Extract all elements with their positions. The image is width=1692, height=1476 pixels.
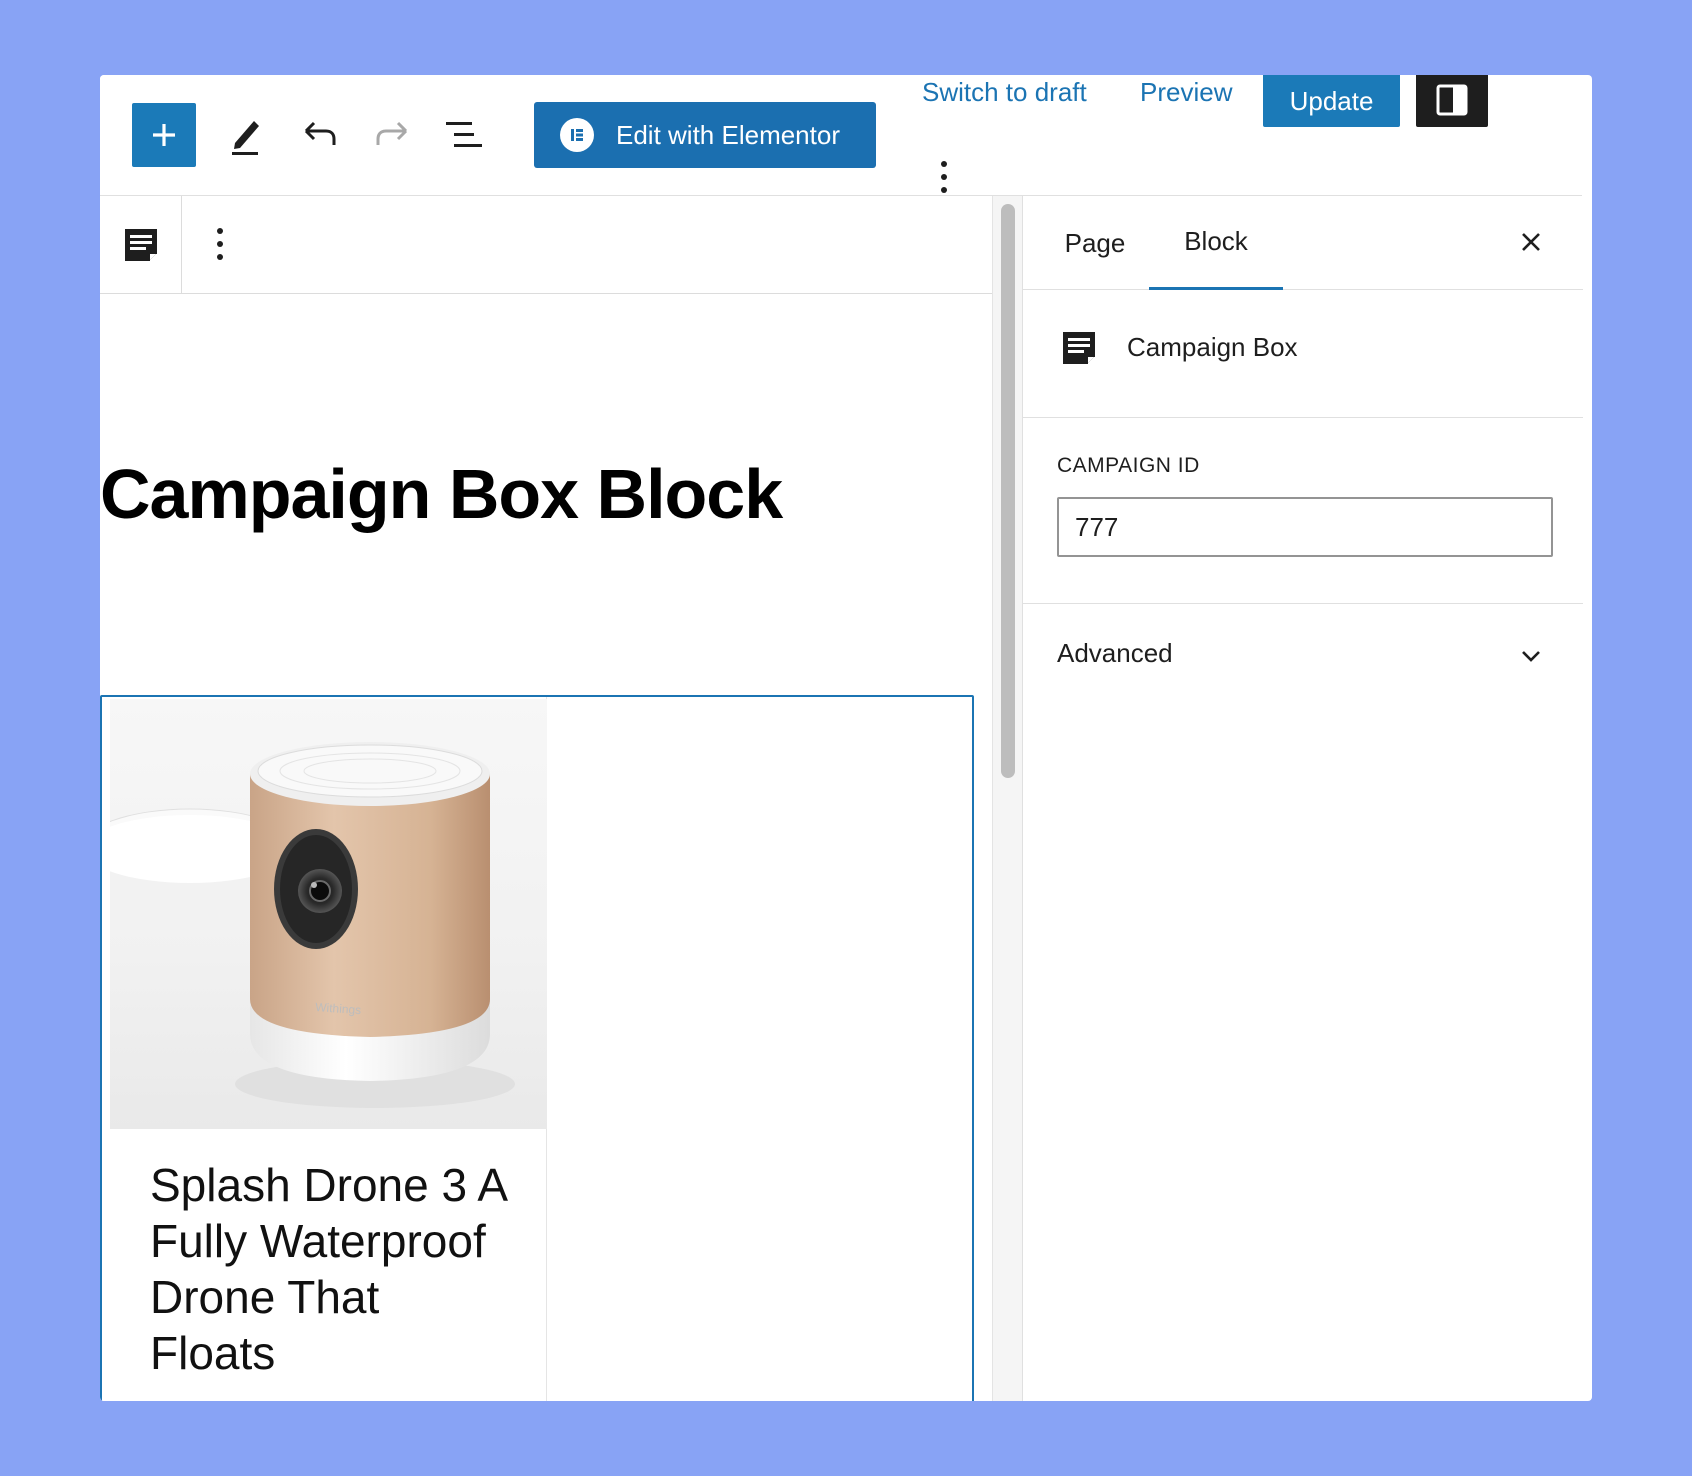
sidebar-tabs: Page Block — [1023, 196, 1583, 290]
list-view-icon — [446, 122, 482, 147]
page-title[interactable]: Campaign Box Block — [100, 454, 783, 534]
editor-header: Edit with Elementor Switch to draft Prev… — [100, 75, 1582, 196]
campaign-settings-panel: CAMPAIGN ID — [1023, 418, 1583, 604]
advanced-label: Advanced — [1057, 638, 1173, 668]
edit-with-elementor-button[interactable]: Edit with Elementor — [534, 102, 876, 168]
campaign-title[interactable]: Splash Drone 3 A Fully Waterproof Drone … — [150, 1157, 510, 1381]
block-toolbar — [100, 196, 992, 294]
block-type-button[interactable] — [100, 196, 182, 294]
tab-block[interactable]: Block — [1149, 196, 1283, 290]
switch-to-draft-link[interactable]: Switch to draft — [922, 77, 1087, 108]
settings-sidebar: Page Block Campaign Box CAMPAIGN ID 777 … — [1022, 196, 1583, 1401]
campaign-id-label: CAMPAIGN ID — [1057, 454, 1200, 477]
redo-button[interactable] — [364, 107, 420, 163]
editor-window: Edit with Elementor Switch to draft Prev… — [100, 75, 1592, 1401]
canvas-scrollbar-thumb[interactable] — [1001, 204, 1015, 778]
undo-button[interactable] — [292, 107, 348, 163]
campaign-box-block[interactable]: Withings Splash Drone 3 A Fully Waterpro… — [100, 695, 974, 1401]
campaign-id-input[interactable] — [1057, 497, 1553, 557]
close-sidebar-button[interactable] — [1513, 224, 1549, 260]
sidebar-toggle-icon — [1436, 84, 1468, 116]
update-button[interactable]: Update — [1263, 75, 1400, 127]
canvas-scrollbar[interactable] — [992, 196, 1022, 1401]
product-image: Withings — [110, 699, 547, 1129]
advanced-panel-toggle[interactable]: Advanced — [1023, 604, 1583, 704]
options-menu-button[interactable] — [934, 159, 954, 195]
undo-icon — [304, 121, 336, 145]
campaign-card[interactable]: Withings Splash Drone 3 A Fully Waterpro… — [110, 697, 547, 1401]
settings-toggle-button[interactable] — [1416, 75, 1488, 127]
close-icon — [1522, 233, 1540, 251]
pencil-icon — [232, 121, 259, 155]
block-card: Campaign Box — [1023, 290, 1583, 418]
chevron-down-icon — [1513, 638, 1549, 674]
redo-icon — [376, 121, 408, 145]
post-excerpt-icon — [1057, 326, 1101, 370]
elementor-icon — [560, 118, 594, 152]
editor-canvas: Campaign Box Block Withings Splash Drone… — [100, 196, 992, 1401]
tab-page[interactable]: Page — [1035, 196, 1155, 290]
vertical-ellipsis-icon — [217, 228, 223, 260]
block-options-button[interactable] — [210, 224, 230, 264]
preview-link[interactable]: Preview — [1140, 77, 1232, 108]
tools-button[interactable] — [218, 107, 274, 163]
edit-with-elementor-label: Edit with Elementor — [616, 119, 840, 150]
plus-icon — [153, 124, 175, 146]
vertical-ellipsis-icon — [941, 161, 947, 193]
post-excerpt-icon — [124, 229, 157, 261]
document-overview-button[interactable] — [436, 107, 492, 163]
block-name: Campaign Box — [1127, 332, 1298, 362]
add-block-button[interactable] — [132, 103, 196, 167]
